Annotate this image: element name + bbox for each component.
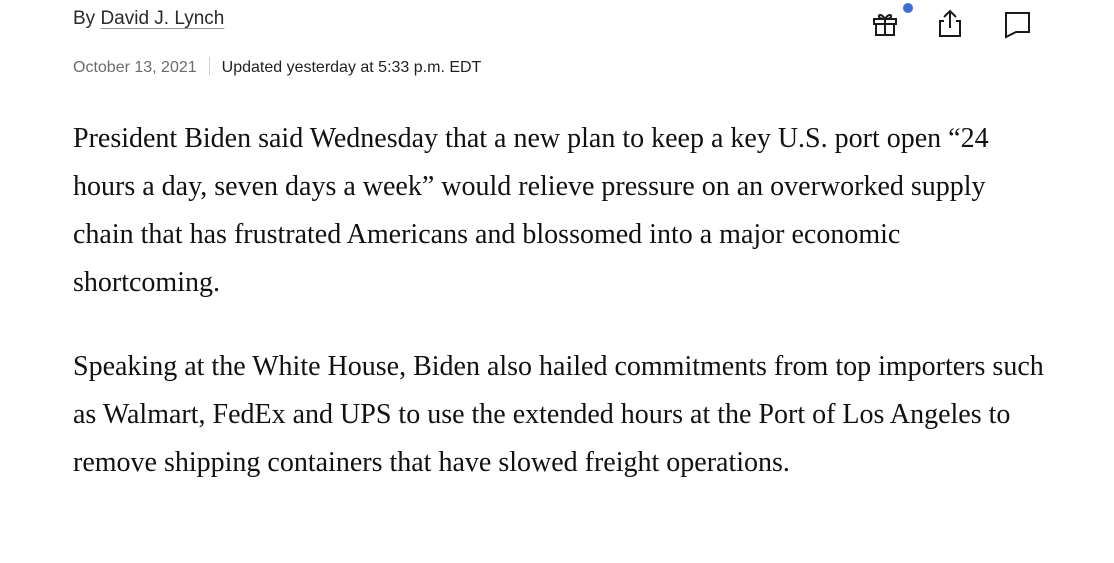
- date-divider: [208, 57, 210, 75]
- p1-lead-text: President Biden said Wednesday that: [73, 123, 495, 154]
- paragraph-1: President Biden said Wednesday that a ne…: [73, 115, 1053, 307]
- notification-dot: [903, 3, 913, 13]
- comments-button[interactable]: [999, 6, 1035, 42]
- gift-article-button[interactable]: [867, 6, 903, 42]
- updated-date: Updated yesterday at 5:33 p.m. EDT: [221, 59, 482, 76]
- article-toolbar: [0, 3, 1114, 46]
- paragraph-2: Speaking at the White House, Biden also …: [73, 351, 1044, 478]
- published-date: October 13, 2021: [73, 59, 197, 76]
- share-icon: [939, 9, 961, 37]
- article-body: President Biden said Wednesday that a ne…: [73, 115, 1073, 487]
- gift-icon: [873, 13, 897, 36]
- comment-icon: [1005, 12, 1030, 39]
- dateline: October 13, 2021 Updated yesterday at 5:3…: [73, 57, 481, 77]
- share-button[interactable]: [932, 5, 968, 41]
